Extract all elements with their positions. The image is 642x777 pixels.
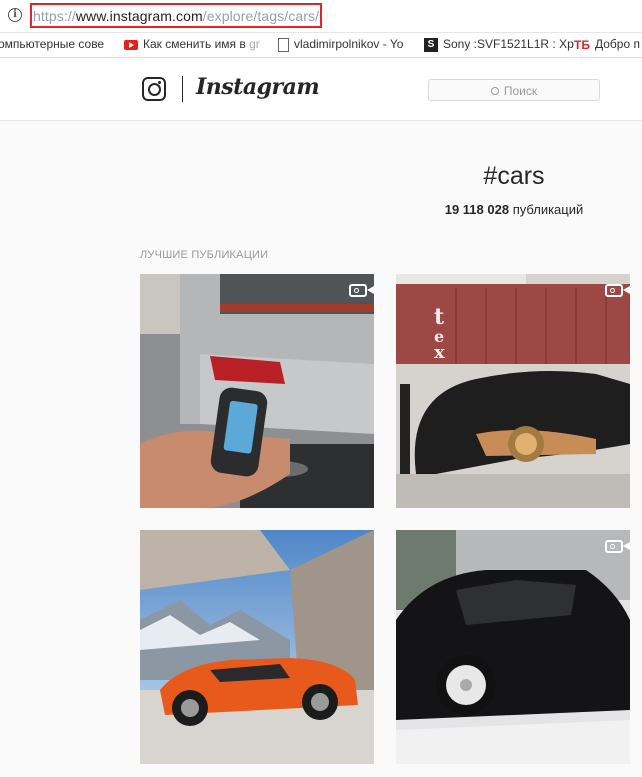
instagram-logo[interactable]: Instagram — [196, 74, 320, 100]
sony-icon: S — [424, 37, 438, 52]
post-tile-black-car[interactable] — [396, 530, 630, 764]
url-field[interactable]: https://www.instagram.com/explore/tags/c… — [33, 8, 319, 24]
post-count-suffix: публикаций — [509, 202, 584, 217]
bookmark-item[interactable]: S Sony :SVF1521L1R : Xp — [424, 37, 574, 52]
bookmark-item[interactable]: омпьютерные сове — [0, 37, 104, 51]
post-tile-bmw-key[interactable] — [140, 274, 374, 508]
bookmark-label: Добро п — [594, 37, 640, 51]
bookmark-item[interactable]: ТБ Добро п — [574, 37, 640, 52]
video-camera-icon — [605, 284, 630, 297]
post-tile-orange-mclaren[interactable] — [140, 530, 374, 764]
hashtag-title: #cars — [483, 162, 545, 190]
video-camera-icon — [605, 540, 630, 553]
search-icon — [490, 86, 499, 95]
bookmark-label: vladimirpolnikov - Yo — [294, 37, 404, 51]
search-placeholder-text: Поиск — [503, 84, 538, 98]
document-icon — [278, 37, 289, 52]
bookmark-label: Как сменить имя в — [143, 37, 250, 51]
post-tile-covered-car[interactable]: t e x — [396, 274, 630, 508]
search-placeholder: Поиск — [429, 84, 599, 98]
post-image-covered-car: t e x — [396, 274, 630, 508]
post-count: 19 118 028 публикаций — [400, 202, 628, 217]
instagram-header: Instagram Поиск — [0, 58, 642, 121]
post-image-black-car — [396, 530, 630, 764]
url-prefix: https:// — [33, 8, 76, 24]
tb-icon: ТБ — [574, 37, 590, 52]
url-host: www.instagram.com — [75, 8, 203, 24]
site-info-icon[interactable]: i — [8, 8, 22, 22]
post-count-number: 19 118 028 — [444, 202, 510, 217]
bookmark-label: Sony :SVF1521L1R : Xp — [443, 37, 574, 51]
post-image-orange-mclaren — [140, 530, 374, 764]
bookmark-label-fade: gr — [249, 37, 260, 51]
bookmark-label: омпьютерные сове — [0, 37, 105, 51]
youtube-icon — [124, 39, 138, 50]
bookmarks-bar: омпьютерные сове Как сменить имя в gr vl… — [0, 33, 642, 58]
search-input[interactable]: Поиск — [428, 79, 600, 101]
instagram-camera-icon[interactable] — [142, 77, 166, 101]
url-path: /explore/tags/cars/ — [202, 8, 320, 24]
header-divider — [182, 76, 183, 102]
bookmark-item[interactable]: vladimirpolnikov - Yo — [278, 37, 403, 52]
top-posts-heading: ЛУЧШИЕ ПУБЛИКАЦИИ — [140, 249, 269, 261]
video-camera-icon — [349, 284, 374, 297]
bookmark-item[interactable]: Как сменить имя в gr — [124, 37, 260, 51]
svg-text:x: x — [434, 342, 445, 363]
post-image-bmw-key — [140, 274, 374, 508]
browser-address-bar: i https://www.instagram.com/explore/tags… — [0, 0, 642, 33]
